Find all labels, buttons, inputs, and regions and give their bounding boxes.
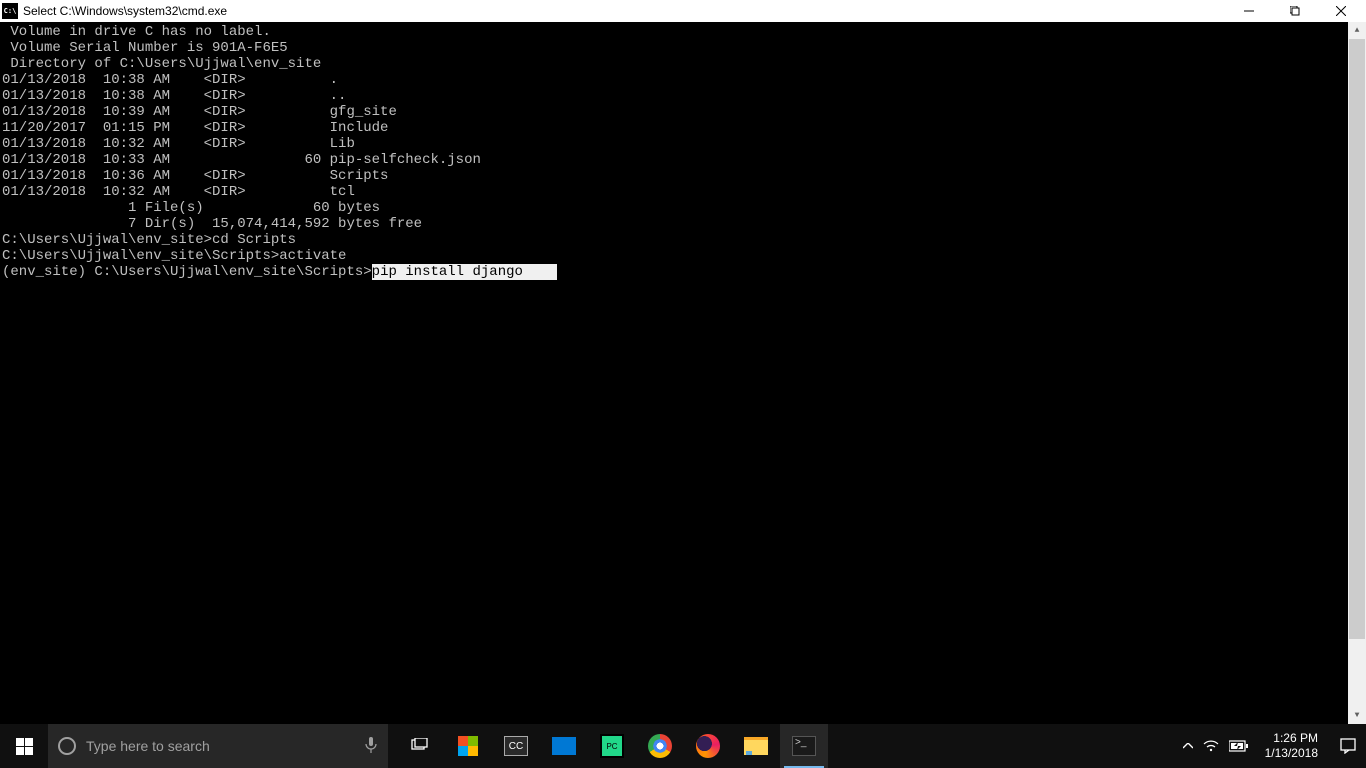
mail-icon (552, 737, 576, 755)
terminal-line: 01/13/2018 10:39 AM <DIR> gfg_site (2, 104, 1366, 120)
scrollbar-up-button[interactable]: ▲ (1348, 22, 1366, 39)
search-box[interactable]: Type here to search (48, 724, 388, 768)
taskbar-app-pycharm[interactable]: PC (588, 724, 636, 768)
pycharm-icon: PC (600, 734, 624, 758)
start-button[interactable] (0, 724, 48, 768)
system-tray: 1:26 PM 1/13/2018 (1183, 724, 1366, 768)
scrollbar-thumb[interactable] (1349, 39, 1365, 639)
action-center-button[interactable] (1334, 738, 1362, 754)
window-titlebar: C:\ Select C:\Windows\system32\cmd.exe (0, 0, 1366, 22)
cmd-icon: >_ (792, 736, 816, 756)
vertical-scrollbar[interactable]: ▲ ▼ (1348, 22, 1366, 724)
file-explorer-icon (744, 737, 768, 755)
tray-time: 1:26 PM (1265, 731, 1318, 746)
microphone-icon[interactable] (364, 736, 378, 757)
terminal-line: 1 File(s) 60 bytes (2, 200, 1366, 216)
window-title: Select C:\Windows\system32\cmd.exe (23, 4, 1226, 18)
taskbar-app-firefox[interactable] (684, 724, 732, 768)
scrollbar-down-button[interactable]: ▼ (1348, 707, 1366, 724)
chevron-up-icon (1183, 743, 1193, 749)
chrome-icon (648, 734, 672, 758)
taskbar-apps: CC PC >_ (388, 724, 828, 768)
cc-icon: CC (504, 736, 528, 756)
terminal-line: Directory of C:\Users\Ujjwal\env_site (2, 56, 1366, 72)
close-button[interactable] (1318, 0, 1364, 22)
task-view-icon (411, 738, 429, 755)
tray-overflow-button[interactable] (1183, 743, 1193, 749)
terminal-line: Volume in drive C has no label. (2, 24, 1366, 40)
minimize-button[interactable] (1226, 0, 1272, 22)
taskbar-app-cmd[interactable]: >_ (780, 724, 828, 768)
maximize-icon (1290, 6, 1300, 16)
firefox-icon (696, 734, 720, 758)
taskbar-app-store[interactable] (444, 724, 492, 768)
taskbar-app-explorer[interactable] (732, 724, 780, 768)
terminal-line: 01/13/2018 10:38 AM <DIR> . (2, 72, 1366, 88)
terminal-line: Volume Serial Number is 901A-F6E5 (2, 40, 1366, 56)
terminal-current-line: (env_site) C:\Users\Ujjwal\env_site\Scri… (2, 264, 1366, 280)
minimize-icon (1244, 6, 1254, 16)
terminal-output[interactable]: Volume in drive C has no label. Volume S… (0, 22, 1366, 724)
windows-logo-icon (16, 738, 33, 755)
terminal-selected-command: pip install django (372, 264, 557, 280)
terminal-line: 7 Dir(s) 15,074,414,592 bytes free (2, 216, 1366, 232)
terminal-prompt: (env_site) C:\Users\Ujjwal\env_site\Scri… (2, 264, 372, 280)
wifi-icon[interactable] (1203, 740, 1219, 752)
terminal-line: 01/13/2018 10:36 AM <DIR> Scripts (2, 168, 1366, 184)
search-placeholder: Type here to search (86, 738, 354, 754)
terminal-line: C:\Users\Ujjwal\env_site\Scripts>activat… (2, 248, 1366, 264)
tray-clock[interactable]: 1:26 PM 1/13/2018 (1259, 731, 1324, 761)
taskbar-app-cc[interactable]: CC (492, 724, 540, 768)
taskbar-app-chrome[interactable] (636, 724, 684, 768)
maximize-button[interactable] (1272, 0, 1318, 22)
taskbar: Type here to search CC PC (0, 724, 1366, 768)
tray-date: 1/13/2018 (1265, 746, 1318, 761)
window-controls (1226, 0, 1364, 22)
battery-icon[interactable] (1229, 740, 1249, 752)
terminal-line: 01/13/2018 10:32 AM <DIR> tcl (2, 184, 1366, 200)
terminal-line: 01/13/2018 10:38 AM <DIR> .. (2, 88, 1366, 104)
action-center-icon (1340, 738, 1356, 754)
terminal-line: C:\Users\Ujjwal\env_site>cd Scripts (2, 232, 1366, 248)
terminal-line: 01/13/2018 10:33 AM 60 pip-selfcheck.jso… (2, 152, 1366, 168)
terminal-line: 01/13/2018 10:32 AM <DIR> Lib (2, 136, 1366, 152)
taskbar-app-mail[interactable] (540, 724, 588, 768)
task-view-button[interactable] (396, 724, 444, 768)
cortana-icon (58, 737, 76, 755)
cmd-titlebar-icon: C:\ (2, 3, 18, 19)
ms-store-icon (458, 736, 478, 756)
terminal-line: 11/20/2017 01:15 PM <DIR> Include (2, 120, 1366, 136)
close-icon (1336, 6, 1346, 16)
